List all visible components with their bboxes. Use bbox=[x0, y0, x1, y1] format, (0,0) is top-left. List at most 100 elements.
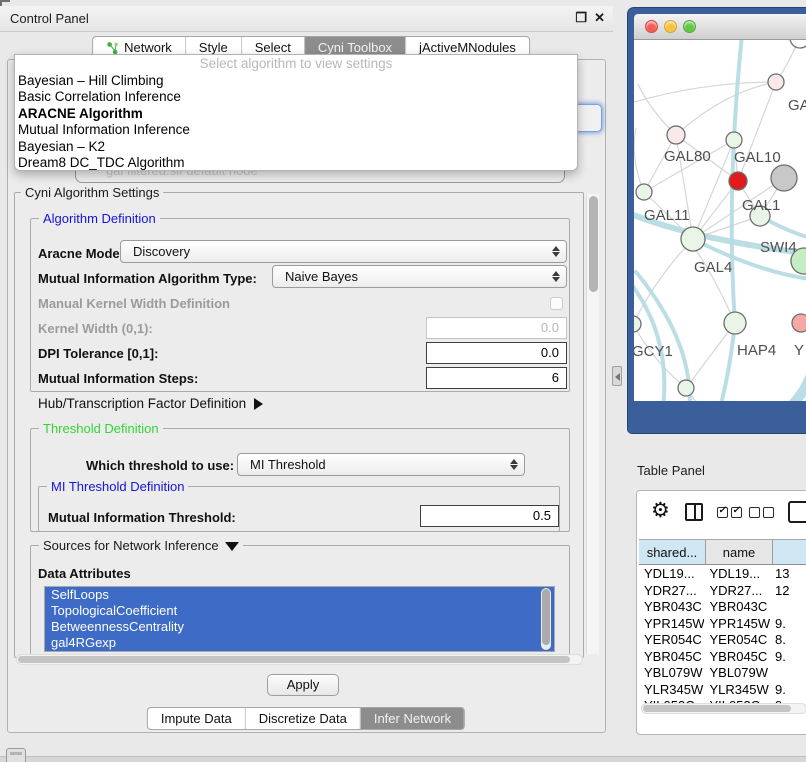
table-cell: YER054C bbox=[704, 632, 769, 649]
table-row[interactable]: YLR345WYLR345W9. bbox=[639, 682, 806, 699]
table-row[interactable]: YDR27...YDR27...12 bbox=[639, 583, 806, 600]
node-label: GAL80 bbox=[664, 148, 711, 165]
which-threshold-label: Which threshold to use: bbox=[86, 458, 234, 473]
dpi-tolerance-field[interactable]: 0.0 bbox=[426, 342, 567, 364]
node-label: HAP4 bbox=[737, 342, 776, 359]
focused-combo-fragment[interactable] bbox=[576, 104, 602, 132]
network-node[interactable] bbox=[729, 172, 747, 190]
unchecked-boxes-icon[interactable] bbox=[749, 507, 774, 518]
aracne-mode-combo[interactable]: Discovery bbox=[120, 240, 567, 263]
tab-label: Style bbox=[199, 40, 228, 55]
threshold-combo[interactable]: MI Threshold bbox=[237, 453, 525, 476]
table-cell: 12 bbox=[770, 583, 806, 600]
column-header-shared[interactable]: shared... bbox=[639, 540, 706, 564]
checked-boxes-icon[interactable] bbox=[717, 507, 742, 518]
hub-definition-section[interactable]: Hub/Transcription Factor Definition bbox=[38, 396, 263, 411]
data-attribute-item-gal4rgexp[interactable]: gal4RGexp bbox=[45, 635, 554, 651]
network-node[interactable] bbox=[634, 316, 641, 332]
group-title: Cyni Algorithm Settings bbox=[21, 185, 163, 200]
column-header-cut[interactable] bbox=[773, 540, 806, 564]
algorithm-option-mutual-information-inference[interactable]: Mutual Information Inference bbox=[15, 122, 577, 138]
table-cell: YBR045C bbox=[639, 649, 704, 666]
minimized-panel-icon[interactable] bbox=[6, 748, 26, 762]
mi-type-combo[interactable]: Naive Bayes bbox=[272, 265, 567, 288]
table-cell: YBR045C bbox=[704, 649, 769, 666]
algorithm-option-dream8-dc-tdc-algorithm[interactable]: Dream8 DC_TDC Algorithm bbox=[15, 155, 577, 171]
table-row[interactable]: YPR145WYPR145W9. bbox=[639, 616, 806, 633]
table-rows: YDL19...YDL19...13YDR27...YDR27...12YBR0… bbox=[639, 566, 806, 706]
node-label: GAL1 bbox=[742, 197, 780, 214]
panel-splitter-handle[interactable] bbox=[612, 366, 622, 386]
tab-infer-network[interactable]: Infer Network bbox=[360, 708, 464, 729]
tab-label: Network bbox=[124, 40, 172, 55]
data-attribute-item-betweennesscentrality[interactable]: BetweennessCentrality bbox=[45, 619, 554, 635]
network-node[interactable] bbox=[792, 314, 806, 332]
network-node[interactable] bbox=[678, 380, 694, 396]
table-row[interactable]: YBR045CYBR045C9. bbox=[639, 649, 806, 666]
column-header-name[interactable]: name bbox=[706, 540, 773, 564]
float-icon[interactable]: ❐ bbox=[575, 10, 587, 26]
table-row[interactable]: YBR043CYBR043C bbox=[639, 599, 806, 616]
network-node[interactable] bbox=[790, 40, 806, 48]
table-view-icon[interactable] bbox=[788, 501, 806, 523]
table-row[interactable]: YBL079WYBL079W bbox=[639, 665, 806, 682]
table-row[interactable]: YER054CYER054C8. bbox=[639, 632, 806, 649]
network-node[interactable] bbox=[681, 227, 705, 251]
network-edge bbox=[676, 82, 776, 135]
sources-title[interactable]: Sources for Network Inference bbox=[39, 538, 243, 553]
columns-icon[interactable] bbox=[685, 503, 703, 521]
settings-h-scrollbar[interactable] bbox=[16, 654, 583, 665]
tab-label: Cyni Toolbox bbox=[318, 40, 392, 55]
network-node[interactable] bbox=[771, 165, 797, 191]
control-panel-titlebar: Control Panel ❐ ✕ bbox=[0, 6, 613, 32]
mi-threshold-field[interactable]: 0.5 bbox=[420, 505, 559, 527]
tab-discretize-data[interactable]: Discretize Data bbox=[245, 708, 360, 729]
manual-kernel-checkbox[interactable] bbox=[550, 297, 563, 310]
network-window-titlebar[interactable] bbox=[634, 14, 806, 40]
mi-steps-field[interactable]: 6 bbox=[426, 367, 567, 389]
network-edge bbox=[634, 128, 644, 192]
tab-impute-data[interactable]: Impute Data bbox=[148, 708, 245, 729]
algorithm-option-bayesian-hill-climbing[interactable]: Bayesian – Hill Climbing bbox=[15, 73, 577, 89]
data-attribute-item-selfloops[interactable]: SelfLoops bbox=[45, 587, 554, 603]
list-scrollbar[interactable] bbox=[541, 588, 551, 650]
table-h-scrollbar[interactable] bbox=[641, 703, 806, 714]
dropdown-items: Bayesian – Hill ClimbingBasic Correlatio… bbox=[15, 73, 577, 171]
network-node[interactable] bbox=[724, 312, 746, 334]
kernel-width-label: Kernel Width (0,1): bbox=[38, 321, 153, 336]
settings-v-scrollbar[interactable] bbox=[586, 194, 599, 654]
aracne-mode-value: Discovery bbox=[133, 244, 190, 259]
table-cell: YLR345W bbox=[639, 682, 704, 699]
network-canvas[interactable]: GAL80GAL10GAL1GAL11SWI4GAL4GCY1HAP4YHAP2… bbox=[634, 40, 806, 401]
tab-label: Infer Network bbox=[374, 711, 451, 726]
tab-label: Discretize Data bbox=[259, 711, 347, 726]
table-cell bbox=[770, 599, 806, 616]
data-attributes-label: Data Attributes bbox=[38, 566, 131, 581]
group-title: MI Threshold Definition bbox=[47, 479, 188, 494]
data-attributes-list[interactable]: SelfLoopsTopologicalCoefficientBetweenne… bbox=[44, 586, 555, 652]
data-attribute-item-topologicalcoefficient[interactable]: TopologicalCoefficient bbox=[45, 603, 554, 619]
table-cell: 9. bbox=[770, 682, 806, 699]
network-node[interactable] bbox=[768, 74, 784, 90]
gear-icon[interactable]: ⚙ bbox=[651, 499, 670, 523]
algorithm-option-aracne-algorithm[interactable]: ARACNE Algorithm bbox=[15, 106, 577, 122]
tab-label: Select bbox=[255, 40, 291, 55]
network-node[interactable] bbox=[726, 132, 742, 148]
network-node[interactable] bbox=[667, 126, 685, 144]
algorithm-option-basic-correlation-inference[interactable]: Basic Correlation Inference bbox=[15, 89, 577, 105]
stepper-arrows-icon bbox=[510, 458, 517, 471]
algorithm-dropdown: Select algorithm to view settings Bayesi… bbox=[14, 54, 578, 171]
sources-title-text: Sources for Network Inference bbox=[43, 538, 219, 553]
zoom-traffic-light-icon[interactable] bbox=[683, 20, 696, 33]
network-node[interactable] bbox=[636, 184, 652, 200]
close-traffic-light-icon[interactable] bbox=[645, 20, 658, 33]
algorithm-option-bayesian-k2[interactable]: Bayesian – K2 bbox=[15, 139, 577, 155]
close-icon[interactable]: ✕ bbox=[594, 10, 605, 26]
hub-definition-label: Hub/Transcription Factor Definition bbox=[38, 396, 246, 411]
table-row[interactable]: YDL19...YDL19...13 bbox=[639, 566, 806, 583]
apply-button[interactable]: Apply bbox=[267, 674, 339, 696]
dpi-tolerance-label: DPI Tolerance [0,1]: bbox=[38, 346, 158, 361]
table-cell: YBR043C bbox=[704, 599, 769, 616]
kernel-width-field[interactable]: 0.0 bbox=[426, 317, 567, 339]
minimize-traffic-light-icon[interactable] bbox=[664, 20, 677, 33]
